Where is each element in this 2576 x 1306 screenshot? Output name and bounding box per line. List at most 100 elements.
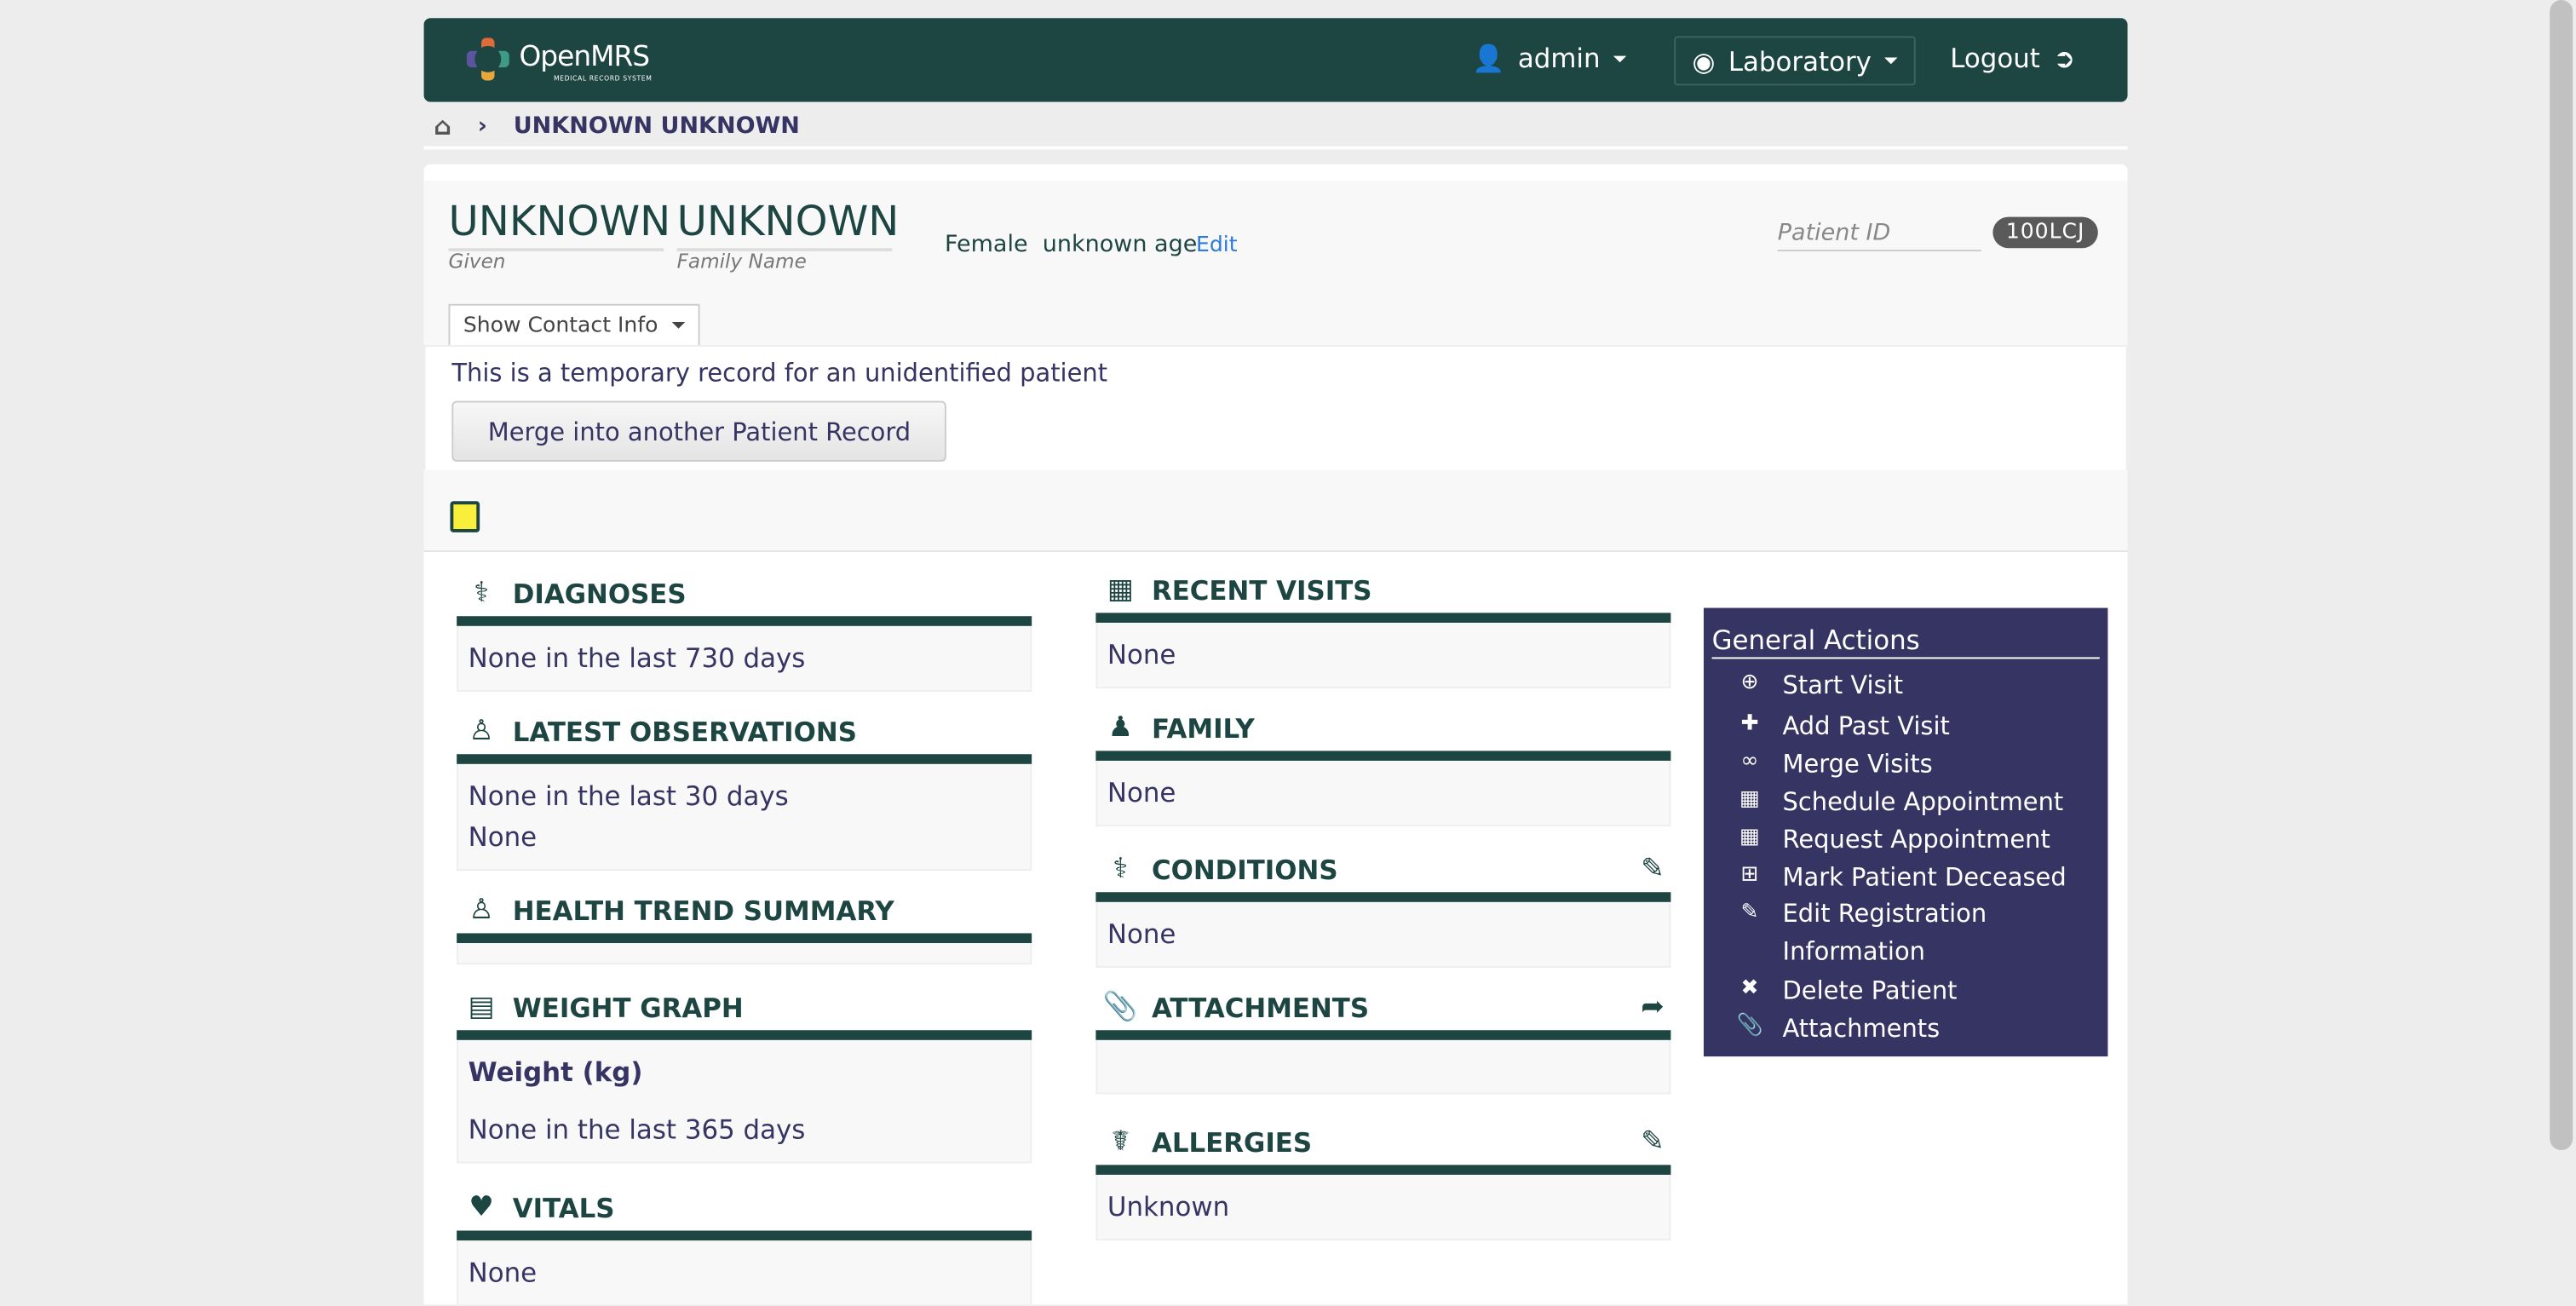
action-merge-visits[interactable]: ∞ Merge Visits: [1737, 749, 1933, 779]
logo-text: OpenMRS: [519, 41, 650, 74]
card-text: None: [1107, 639, 1176, 670]
users-icon: ♟: [1107, 711, 1134, 745]
action-label: Merge Visits: [1782, 749, 1933, 780]
gender-age: Female unknown age: [945, 232, 1197, 258]
chevron-down-icon: [1613, 55, 1627, 62]
card-title: ALLERGIES: [1151, 1126, 1313, 1158]
family-name-label: Family Name: [676, 250, 807, 273]
diagnosis-icon: ⚕: [1113, 852, 1129, 886]
openmrs-logo[interactable]: [466, 37, 509, 81]
age: unknown age: [1042, 231, 1198, 258]
temporary-record-notice: This is a temporary record for an uniden…: [423, 345, 2128, 472]
divider: [423, 146, 2128, 150]
gender: Female: [944, 231, 1028, 258]
pencil-icon[interactable]: ✎: [1641, 853, 1664, 886]
card-text: None in the last 730 days: [468, 642, 806, 674]
attachments-card: 📎 ATTACHMENTS ➦: [1095, 984, 1671, 1095]
action-label: Delete Patient: [1782, 975, 1958, 1006]
allergies-card: ☤ ALLERGIES ✎ Unknown: [1095, 1119, 1671, 1241]
patient-header: UNKNOWN UNKNOWN Given Family Name Female…: [423, 181, 2128, 347]
location-name: Laboratory: [1728, 45, 1872, 77]
link-icon: ∞: [1740, 749, 1759, 774]
diagnoses-card: ⚕ DIAGNOSES None in the last 730 days: [457, 570, 1032, 692]
general-actions-panel: General Actions ⊕ Start Visit ✚ Add Past V…: [1703, 607, 2108, 1057]
recent-visits-card: ▦ RECENT VISITS None: [1095, 567, 1671, 689]
action-add-past-visit[interactable]: ✚ Add Past Visit: [1737, 711, 1950, 741]
paperclip-icon: 📎: [1102, 990, 1138, 1024]
general-actions-title: General Actions: [1711, 624, 2100, 659]
weight-graph-card: ▤ WEIGHT GRAPH Weight (kg) None in the las…: [457, 984, 1032, 1164]
given-name: UNKNOWN: [448, 197, 671, 245]
location-menu[interactable]: ◉ Laboratory: [1674, 36, 1916, 86]
action-request-appointment[interactable]: ▦ Request Appointment: [1737, 825, 2050, 854]
calendar-icon: ▦: [1739, 786, 1760, 812]
card-text: None: [1107, 918, 1176, 950]
user-md-icon: ♙: [469, 714, 494, 748]
home-icon[interactable]: ⌂: [434, 112, 451, 141]
scrollbar[interactable]: [2550, 0, 2573, 1151]
patient-dashboard: UNKNOWN UNKNOWN Given Family Name Female…: [423, 164, 2128, 1306]
card-title: WEIGHT GRAPH: [512, 991, 744, 1023]
card-text: None: [1107, 777, 1176, 808]
action-label: Request Appointment: [1782, 825, 2050, 854]
map-marker-plus-icon: ⊕: [1740, 670, 1759, 695]
sticky-note-icon[interactable]: [450, 501, 480, 532]
action-mark-deceased[interactable]: ⊞ Mark Patient Deceased: [1737, 862, 2067, 893]
card-text: None: [468, 821, 538, 853]
action-schedule-appointment[interactable]: ▦ Schedule Appointment: [1737, 786, 2063, 817]
edit-link[interactable]: Edit: [1196, 233, 1238, 258]
plus-icon: ✚: [1740, 711, 1759, 737]
logout-button[interactable]: Logout ➲: [1950, 43, 2075, 74]
calendar-icon: ▦: [1739, 825, 1760, 850]
family-name: UNKNOWN: [676, 197, 900, 245]
x-icon: ✖: [1740, 975, 1759, 1001]
heartbeat-icon: ♥: [469, 1191, 494, 1224]
show-contact-info-button[interactable]: Show Contact Info: [448, 303, 699, 347]
bar-chart-icon: ▤: [468, 990, 495, 1024]
temporary-record-message: This is a temporary record for an uniden…: [451, 358, 1108, 388]
card-title: VITALS: [512, 1192, 615, 1223]
action-attachments[interactable]: 📎 Attachments: [1737, 1014, 1941, 1044]
action-start-visit[interactable]: ⊕ Start Visit: [1737, 670, 1904, 700]
caduceus-icon: ☤: [1111, 1125, 1130, 1159]
card-title: LATEST OBSERVATIONS: [512, 715, 857, 747]
contact-label: Show Contact Info: [463, 313, 658, 338]
breadcrumb: ⌂ › UNKNOWN UNKNOWN: [434, 112, 800, 141]
family-card: ♟ FAMILY None: [1095, 705, 1671, 827]
action-label: Mark Patient Deceased: [1782, 862, 2067, 893]
card-title: CONDITIONS: [1151, 853, 1338, 885]
given-label: Given: [448, 250, 506, 273]
vitals-card: ♥ VITALS None: [457, 1185, 1032, 1306]
action-label: Add Past Visit: [1782, 711, 1950, 741]
sign-out-icon: ➲: [2053, 43, 2076, 74]
caret-down-icon: [670, 322, 685, 329]
share-icon[interactable]: ➦: [1641, 991, 1664, 1024]
action-edit-registration[interactable]: ✎ Edit Registration Information: [1737, 899, 2013, 971]
sticky-note-bar: [423, 469, 2128, 553]
card-text: None in the last 30 days: [468, 780, 789, 812]
card-title: HEALTH TREND SUMMARY: [512, 895, 894, 926]
action-label: Start Visit: [1782, 670, 1904, 700]
action-delete-patient[interactable]: ✖ Delete Patient: [1737, 975, 1958, 1006]
latest-observations-card: ♙ LATEST OBSERVATIONS None in the last 30…: [457, 708, 1032, 872]
merge-patient-button[interactable]: Merge into another Patient Record: [451, 400, 947, 462]
calendar-icon: ▦: [1107, 573, 1134, 607]
plus-square-icon: ⊞: [1740, 862, 1759, 888]
conditions-card: ⚕ CONDITIONS ✎ None: [1095, 846, 1671, 968]
patient-id-badge: 100LCJ: [1992, 216, 2098, 249]
card-title: DIAGNOSES: [512, 577, 687, 609]
logout-label: Logout: [1950, 43, 2040, 74]
map-marker-icon: ◉: [1692, 45, 1716, 77]
user-name: admin: [1517, 43, 1601, 74]
pencil-icon[interactable]: ✎: [1641, 1125, 1664, 1159]
pencil-icon: ✎: [1740, 900, 1759, 925]
patient-id-label: Patient ID: [1777, 220, 1981, 252]
diagnosis-icon: ⚕: [474, 576, 489, 610]
card-title: FAMILY: [1151, 712, 1255, 744]
breadcrumb-current[interactable]: UNKNOWN UNKNOWN: [514, 113, 800, 140]
user-menu[interactable]: 👤 admin: [1472, 43, 1627, 74]
top-header: OpenMRS MEDICAL RECORD SYSTEM 👤 admin ◉ …: [423, 18, 2128, 102]
weight-label: Weight (kg): [468, 1056, 643, 1088]
card-title: RECENT VISITS: [1151, 574, 1372, 606]
health-trend-summary-card: ♙ HEALTH TREND SUMMARY: [457, 887, 1032, 965]
